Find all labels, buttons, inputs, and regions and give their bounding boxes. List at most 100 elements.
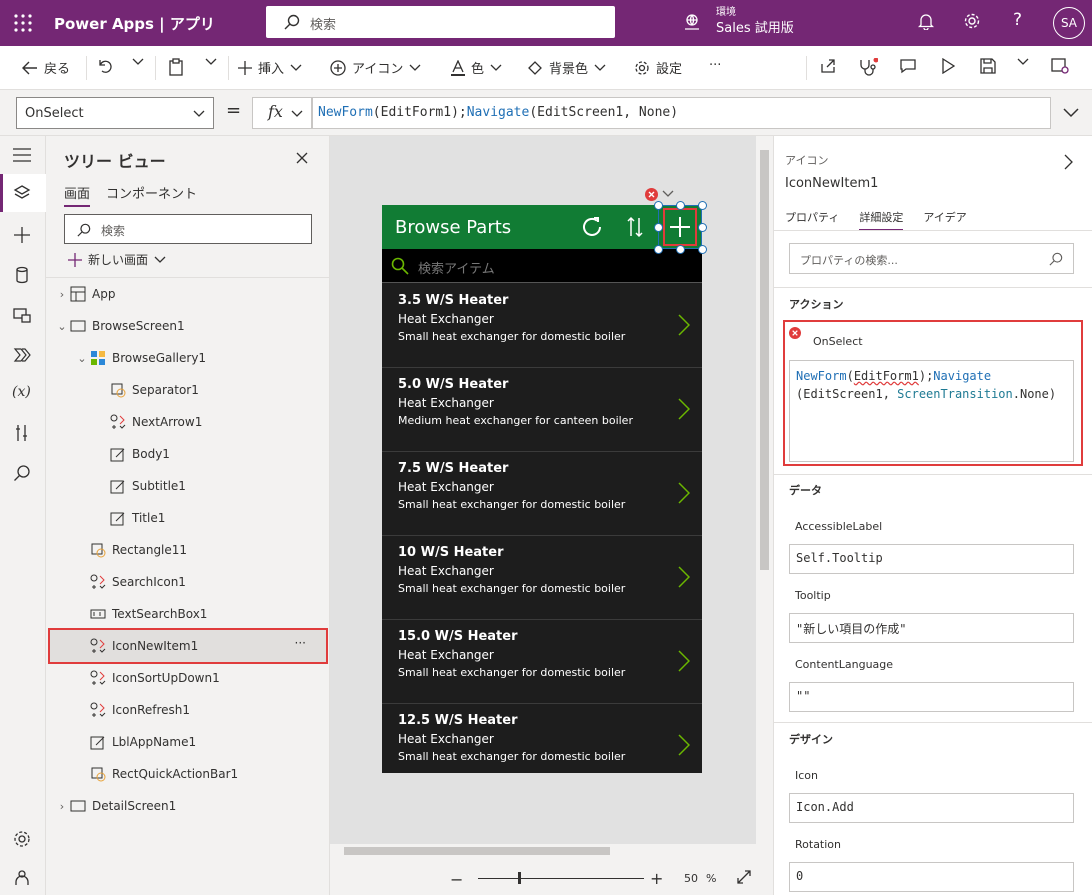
expand-formula-icon[interactable] — [1063, 108, 1079, 118]
insert-icon[interactable] — [13, 226, 31, 244]
save-icon[interactable] — [980, 58, 996, 74]
back-button[interactable]: 戻る — [22, 58, 70, 77]
background-color-button[interactable]: 背景色 — [527, 58, 606, 77]
bell-icon[interactable] — [918, 12, 934, 30]
resize-handle[interactable] — [654, 245, 663, 254]
tooltip-input[interactable]: "新しい項目の作成" — [789, 613, 1074, 643]
tab-properties[interactable]: プロパティ — [785, 209, 839, 231]
error-icon[interactable] — [645, 188, 658, 201]
resize-handle[interactable] — [698, 201, 707, 210]
save-dropdown[interactable] — [1017, 58, 1029, 66]
horizontal-scrollbar[interactable] — [330, 844, 773, 858]
property-dropdown[interactable]: OnSelect — [16, 97, 214, 129]
gallery-item[interactable]: 10 W/S Heater Heat Exchanger Small heat … — [382, 536, 702, 620]
undo-dropdown[interactable] — [132, 58, 144, 66]
gear-icon[interactable] — [963, 12, 981, 30]
fit-screen-icon[interactable] — [737, 870, 751, 884]
rotation-input[interactable]: 0 — [789, 862, 1074, 892]
tree-node-separator[interactable]: Separator1 — [50, 374, 330, 406]
icon-button[interactable]: アイコン — [330, 58, 421, 77]
chevron-right-icon[interactable] — [678, 566, 690, 588]
chevron-right-icon[interactable]: › — [54, 800, 70, 813]
power-automate-icon[interactable] — [13, 346, 31, 364]
app-checker-icon[interactable] — [858, 58, 878, 76]
chevron-down-icon[interactable]: ⌄ — [54, 320, 70, 333]
app-search-box[interactable]: 検索アイテム — [382, 249, 702, 283]
tree-node-rectquickactionbar[interactable]: RectQuickActionBar1 — [50, 758, 330, 790]
zoom-slider[interactable] — [478, 878, 644, 879]
formula-input[interactable]: NewForm(EditForm1);Navigate(EditScreen1,… — [312, 97, 1051, 129]
close-icon[interactable] — [296, 152, 308, 164]
virtual-agent-icon[interactable] — [13, 868, 31, 886]
onselect-code-editor[interactable]: NewForm(EditForm1);Navigate (EditScreen1… — [789, 360, 1074, 462]
gallery-item[interactable]: 7.5 W/S Heater Heat Exchanger Small heat… — [382, 452, 702, 536]
content-language-input[interactable]: "" — [789, 682, 1074, 712]
gallery-item[interactable]: 12.5 W/S Heater Heat Exchanger Small hea… — [382, 704, 702, 773]
chevron-right-icon[interactable] — [678, 734, 690, 756]
paste-dropdown[interactable] — [205, 58, 217, 66]
resize-handle[interactable] — [676, 201, 685, 210]
avatar[interactable]: SA — [1053, 7, 1085, 39]
tree-node-browsescreen[interactable]: ⌄ BrowseScreen1 — [50, 310, 330, 342]
resize-handle[interactable] — [698, 223, 707, 232]
help-icon[interactable]: ? — [1013, 10, 1022, 30]
chevron-right-icon[interactable] — [678, 314, 690, 336]
gallery-item[interactable]: 5.0 W/S Heater Heat Exchanger Medium hea… — [382, 368, 702, 452]
resize-handle[interactable] — [654, 223, 663, 232]
accessible-label-input[interactable]: Self.Tooltip — [789, 544, 1074, 574]
environment-name[interactable]: Sales 試用版 — [716, 17, 794, 36]
new-screen-button[interactable]: 新しい画面 — [68, 251, 166, 268]
tab-advanced[interactable]: 詳細設定 — [859, 209, 904, 231]
media-icon[interactable] — [13, 306, 31, 324]
tree-node-iconnewitem[interactable]: IconNewItem1 ··· — [48, 628, 328, 664]
color-button[interactable]: 色 — [451, 58, 502, 77]
tab-ideas[interactable]: アイデア — [923, 209, 966, 231]
chevron-down-icon[interactable]: ⌄ — [74, 352, 90, 365]
search-icon[interactable] — [13, 464, 31, 482]
data-icon[interactable] — [13, 266, 31, 284]
refresh-icon[interactable] — [580, 215, 604, 239]
tree-node-iconsort[interactable]: IconSortUpDown1 — [50, 662, 330, 694]
zoom-out-button[interactable]: − — [450, 870, 463, 889]
gallery-item[interactable]: 3.5 W/S Heater Heat Exchanger Small heat… — [382, 284, 702, 368]
zoom-in-button[interactable]: + — [650, 869, 663, 888]
settings-button[interactable]: 設定 — [634, 58, 682, 77]
settings-icon[interactable] — [13, 830, 31, 848]
chevron-right-icon[interactable]: › — [54, 288, 70, 301]
gallery-item[interactable]: 15.0 W/S Heater Heat Exchanger Small hea… — [382, 620, 702, 704]
undo-button[interactable] — [96, 58, 112, 74]
comment-icon[interactable] — [900, 58, 916, 74]
property-search-input[interactable]: プロパティの検索... — [789, 243, 1074, 274]
icon-property-input[interactable]: Icon.Add — [789, 793, 1074, 823]
control-name[interactable]: IconNewItem1 — [785, 176, 878, 191]
app-launcher-icon[interactable] — [14, 14, 32, 32]
vertical-scrollbar[interactable] — [756, 136, 773, 844]
global-search-input[interactable]: 検索 — [266, 6, 615, 38]
environment-icon[interactable] — [683, 13, 701, 31]
tree-node-textsearchbox[interactable]: TextSearchBox1 — [50, 598, 330, 630]
resize-handle[interactable] — [698, 245, 707, 254]
paste-button[interactable] — [168, 58, 184, 76]
tree-node-app[interactable]: › App — [50, 278, 330, 310]
tree-node-lblappname[interactable]: LblAppName1 — [50, 726, 330, 758]
share-icon[interactable] — [820, 58, 836, 74]
chevron-right-icon[interactable] — [1064, 154, 1074, 170]
tree-node-iconrefresh[interactable]: IconRefresh1 — [50, 694, 330, 726]
tree-node-nextarrow[interactable]: NextArrow1 — [50, 406, 330, 438]
more-button[interactable]: ··· — [709, 58, 721, 73]
tree-node-subtitle[interactable]: Subtitle1 — [50, 470, 330, 502]
tree-node-body[interactable]: Body1 — [50, 438, 330, 470]
tree-node-searchicon[interactable]: SearchIcon1 — [50, 566, 330, 598]
more-options-icon[interactable]: ··· — [295, 636, 306, 650]
play-icon[interactable] — [941, 58, 955, 74]
tree-node-gallery[interactable]: ⌄ BrowseGallery1 — [50, 342, 330, 374]
chevron-right-icon[interactable] — [678, 650, 690, 672]
resize-handle[interactable] — [676, 245, 685, 254]
tab-screens[interactable]: 画面 — [64, 183, 91, 207]
chevron-down-icon[interactable] — [662, 190, 674, 198]
chevron-right-icon[interactable] — [678, 482, 690, 504]
tree-node-detailscreen[interactable]: › DetailScreen1 — [50, 790, 330, 822]
tree-search-input[interactable]: 検索 — [64, 214, 312, 244]
publish-icon[interactable] — [1051, 58, 1069, 74]
chevron-right-icon[interactable] — [678, 398, 690, 420]
